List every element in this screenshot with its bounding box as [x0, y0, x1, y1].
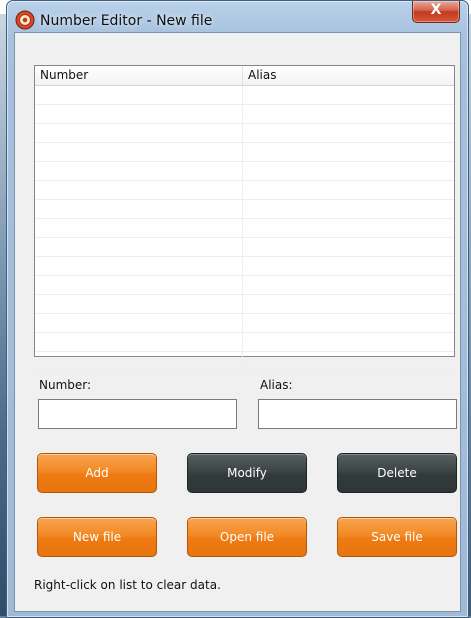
list-cell-alias — [243, 86, 454, 104]
list-row[interactable] — [35, 181, 454, 200]
number-editor-window: Number Editor - New file X Number Alias … — [6, 0, 469, 618]
list-cell-alias — [243, 314, 454, 332]
number-input[interactable] — [38, 399, 237, 429]
number-list[interactable]: Number Alias — [34, 65, 455, 371]
list-body[interactable] — [35, 86, 454, 371]
list-row[interactable] — [35, 295, 454, 314]
list-row[interactable] — [35, 276, 454, 295]
list-cell-number — [35, 219, 243, 237]
list-cell-number — [35, 124, 243, 142]
list-row[interactable] — [35, 86, 454, 105]
new-file-button[interactable]: New file — [37, 517, 157, 557]
list-row[interactable] — [35, 333, 454, 352]
list-row[interactable] — [35, 200, 454, 219]
list-row[interactable] — [35, 105, 454, 124]
column-header-alias[interactable]: Alias — [243, 66, 454, 85]
list-cell-alias — [243, 333, 454, 351]
modify-button[interactable]: Modify — [187, 453, 307, 493]
close-icon: X — [430, 2, 442, 18]
list-cell-alias — [243, 352, 454, 370]
list-cell-alias — [243, 124, 454, 142]
list-row[interactable] — [35, 219, 454, 238]
list-cell-number — [35, 333, 243, 351]
list-row[interactable] — [35, 143, 454, 162]
list-cell-alias — [243, 257, 454, 275]
list-cell-alias — [243, 105, 454, 123]
app-logo-icon — [15, 10, 35, 30]
list-row[interactable] — [35, 257, 454, 276]
save-file-button[interactable]: Save file — [337, 517, 457, 557]
list-cell-number — [35, 143, 243, 161]
column-header-number[interactable]: Number — [35, 66, 243, 85]
list-row[interactable] — [35, 314, 454, 333]
close-button[interactable]: X — [412, 1, 460, 23]
add-button[interactable]: Add — [37, 453, 157, 493]
list-cell-alias — [243, 238, 454, 256]
list-cell-number — [35, 295, 243, 313]
list-cell-number — [35, 238, 243, 256]
list-row[interactable] — [35, 238, 454, 257]
alias-label: Alias: — [260, 378, 293, 392]
list-cell-number — [35, 276, 243, 294]
delete-button[interactable]: Delete — [337, 453, 457, 493]
list-row[interactable] — [35, 162, 454, 181]
list-cell-number — [35, 314, 243, 332]
list-cell-alias — [243, 143, 454, 161]
list-cell-number — [35, 86, 243, 104]
list-cell-alias — [243, 200, 454, 218]
list-cell-alias — [243, 181, 454, 199]
client-area: Number Alias Number: Alias: Add Modify D… — [14, 32, 461, 612]
title-bar[interactable]: Number Editor - New file X — [7, 1, 468, 30]
alias-input[interactable] — [258, 399, 457, 429]
list-header: Number Alias — [35, 66, 454, 86]
window-title: Number Editor - New file — [40, 13, 213, 29]
open-file-button[interactable]: Open file — [187, 517, 307, 557]
list-cell-number — [35, 162, 243, 180]
status-text: Right-click on list to clear data. — [34, 578, 221, 592]
list-cell-number — [35, 352, 243, 370]
list-cell-number — [35, 105, 243, 123]
list-cell-number — [35, 200, 243, 218]
number-label: Number: — [39, 378, 92, 392]
list-cell-number — [35, 257, 243, 275]
list-cell-alias — [243, 276, 454, 294]
list-cell-alias — [243, 219, 454, 237]
list-row[interactable] — [35, 124, 454, 143]
list-cell-alias — [243, 162, 454, 180]
list-cell-number — [35, 181, 243, 199]
list-cell-alias — [243, 295, 454, 313]
list-row[interactable] — [35, 352, 454, 371]
